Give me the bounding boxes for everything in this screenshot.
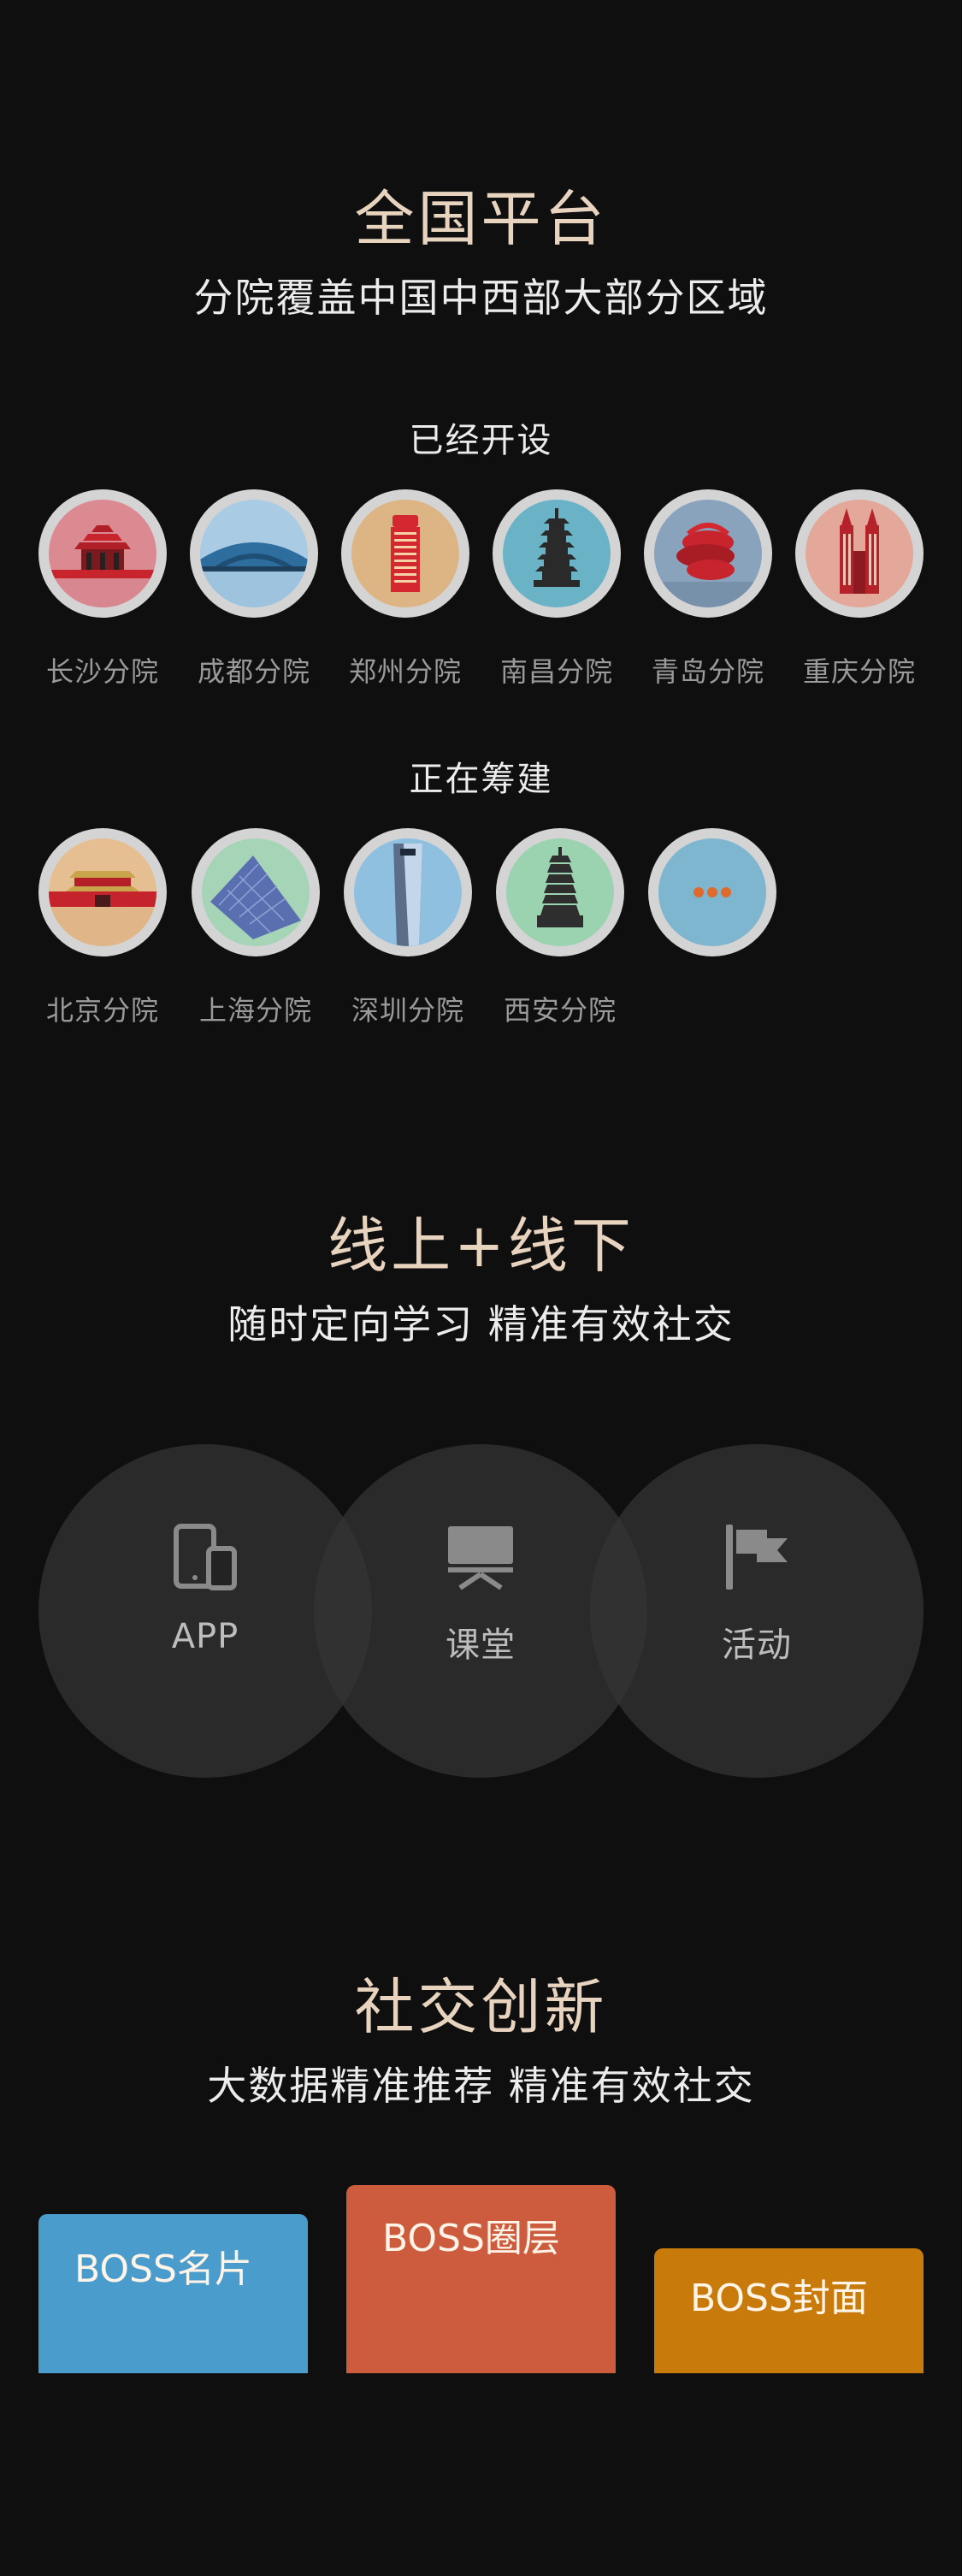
branch-chongqing[interactable]: 重庆分院: [795, 489, 924, 690]
changsha-landmark-icon: [49, 500, 156, 607]
shanghai-landmark-icon: [202, 838, 310, 946]
building-heading: 正在筹建: [409, 760, 553, 799]
branch-label: 南昌分院: [499, 655, 613, 688]
branch-xian[interactable]: 西安分院: [496, 828, 624, 1028]
online-title: 线上+线下: [328, 1211, 634, 1281]
branch-beijing[interactable]: 北京分院: [38, 828, 167, 1028]
classroom-icon: [448, 1526, 513, 1590]
zhengzhou-landmark-icon: [351, 500, 459, 607]
branch-shanghai[interactable]: 上海分院: [192, 828, 320, 1028]
branch-label: 重庆分院: [802, 655, 916, 688]
boss-card-label: BOSS名片: [74, 2247, 252, 2291]
boss-cover-label: BOSS封面: [690, 2277, 868, 2320]
shenzhen-landmark-icon: [354, 838, 462, 946]
branch-changsha[interactable]: 长沙分院: [38, 489, 167, 690]
boss-circle-card[interactable]: BOSS圈层: [346, 2185, 616, 2373]
branch-zhengzhou[interactable]: 郑州分院: [341, 489, 469, 690]
opened-heading: 已经开设: [409, 421, 553, 460]
branch-more[interactable]: [648, 828, 776, 989]
branch-label: 长沙分院: [45, 655, 159, 688]
branch-label: 青岛分院: [651, 655, 764, 688]
branch-chengdu[interactable]: 成都分院: [190, 489, 318, 690]
activity-label: 活动: [722, 1626, 792, 1665]
branch-label: 西安分院: [503, 994, 617, 1027]
activity-item[interactable]: 活动: [590, 1523, 924, 1667]
boss-cover-card[interactable]: BOSS封面: [654, 2248, 924, 2373]
branch-label: 郑州分院: [348, 655, 462, 688]
social-title: 社交创新: [354, 1972, 608, 2042]
branch-label: 北京分院: [45, 994, 159, 1027]
online-subtitle: 随时定向学习 精准有效社交: [227, 1301, 735, 1347]
nanchang-landmark-icon: [503, 500, 611, 607]
boss-card-card[interactable]: BOSS名片: [38, 2214, 308, 2373]
branch-label: 上海分院: [198, 994, 312, 1027]
platform-subtitle: 分院覆盖中国中西部大部分区域: [193, 275, 769, 321]
branch-label: 成都分院: [197, 655, 310, 688]
qingdao-landmark-icon: [654, 500, 762, 607]
branch-qingdao[interactable]: 青岛分院: [644, 489, 772, 690]
platform-title: 全国平台: [354, 184, 608, 254]
building-branches-row: 北京分院 上海分院 深圳分院 西安分院: [0, 828, 962, 1027]
more-icon: [658, 838, 766, 946]
branch-label: 深圳分院: [351, 994, 464, 1027]
social-subtitle: 大数据精准推荐 精准有效社交: [207, 2063, 755, 2109]
beijing-landmark-icon: [49, 838, 156, 946]
flag-icon: [726, 1525, 788, 1590]
boss-circle-label: BOSS圈层: [382, 2217, 560, 2260]
chongqing-landmark-icon: [806, 500, 913, 607]
chengdu-landmark-icon: [200, 500, 308, 607]
branch-nanchang[interactable]: 南昌分院: [493, 489, 621, 690]
opened-branches-row: 长沙分院 成都分院 郑州分院 南昌分院 青岛分院 重庆分院: [0, 489, 962, 688]
branch-shenzhen[interactable]: 深圳分院: [344, 828, 472, 1028]
devices-icon: [174, 1524, 237, 1590]
xian-landmark-icon: [506, 838, 614, 946]
